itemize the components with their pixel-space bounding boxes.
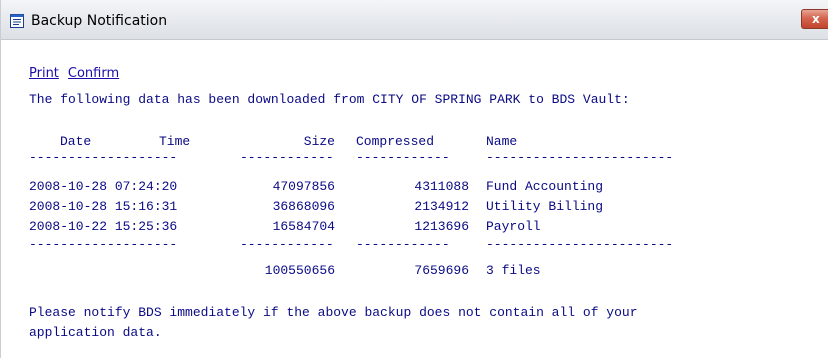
row-name: Payroll bbox=[486, 219, 541, 234]
row-name: Utility Billing bbox=[486, 199, 604, 214]
separator-size: ------------ bbox=[240, 237, 334, 252]
footer-text: Please notify BDS immediately if the abo… bbox=[29, 305, 638, 320]
table-separator-bottom: ------------------- ------------ -------… bbox=[29, 235, 799, 255]
document-icon bbox=[10, 14, 24, 28]
table-totals: 100550656 7659696 3 files bbox=[29, 261, 799, 281]
row-compressed: 2134912 bbox=[414, 199, 469, 214]
row-datetime: 2008-10-22 15:25:36 bbox=[29, 219, 178, 234]
row-compressed: 1213696 bbox=[414, 219, 469, 234]
intro-text: The following data has been downloaded f… bbox=[29, 92, 630, 107]
separator-name: ------------------------ bbox=[486, 237, 674, 252]
total-size: 100550656 bbox=[264, 263, 335, 278]
print-link[interactable]: Print bbox=[29, 66, 59, 81]
total-compressed: 7659696 bbox=[414, 263, 469, 278]
row-datetime: 2008-10-28 07:24:20 bbox=[29, 179, 178, 194]
row-name: Fund Accounting bbox=[486, 179, 604, 194]
separator-compressed: ------------ bbox=[356, 237, 450, 252]
table-separator-top: ------------------- ------------ -------… bbox=[29, 148, 799, 168]
confirm-link[interactable]: Confirm bbox=[68, 66, 119, 81]
separator-datetime: ------------------- bbox=[29, 237, 178, 252]
title-bar[interactable]: Backup Notification x bbox=[1, 0, 828, 40]
notification-body: Print Confirm The following data has been… bbox=[1, 40, 828, 358]
row-size: 36868096 bbox=[272, 199, 335, 214]
close-icon[interactable]: x bbox=[801, 9, 828, 29]
row-size: 16584704 bbox=[272, 219, 335, 234]
window-title: Backup Notification bbox=[31, 13, 168, 29]
total-files: 3 files bbox=[486, 263, 541, 278]
row-datetime: 2008-10-28 15:16:31 bbox=[29, 199, 178, 214]
table-row: 2008-10-28 07:24:20 47097856 4311088 Fun… bbox=[29, 177, 799, 197]
row-compressed: 4311088 bbox=[414, 179, 469, 194]
table-row: 2008-10-22 15:25:36 16584704 1213696 Pay… bbox=[29, 217, 799, 237]
backup-notification-window: Backup Notification x Print Confirm The f… bbox=[0, 0, 828, 358]
action-links: Print Confirm bbox=[29, 65, 128, 83]
separator-name: ------------------------ bbox=[486, 150, 674, 165]
table-row: 2008-10-28 15:16:31 36868096 2134912 Uti… bbox=[29, 197, 799, 217]
footer-text-continued: application data. bbox=[29, 325, 162, 340]
row-size: 47097856 bbox=[272, 179, 335, 194]
separator-datetime: ------------------- bbox=[29, 150, 178, 165]
separator-size: ------------ bbox=[240, 150, 334, 165]
separator-compressed: ------------ bbox=[356, 150, 450, 165]
